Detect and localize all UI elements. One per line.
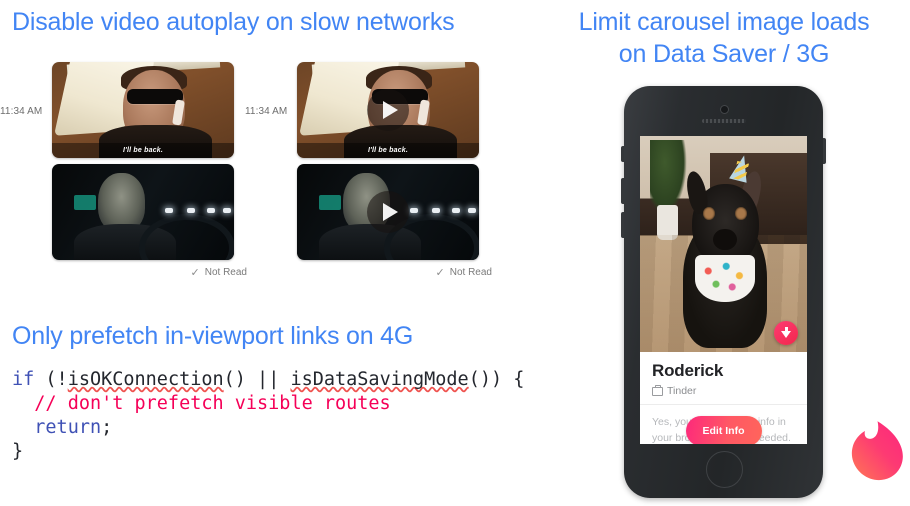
message-timestamp: 11:34 AM: [245, 106, 288, 117]
scene-streetlamp: [223, 208, 232, 214]
code-line-4: }: [12, 441, 24, 462]
video-caption: I'll be back.: [297, 143, 479, 158]
profile-source-label: Tinder: [667, 385, 697, 397]
video-thumbnail-2[interactable]: [297, 164, 479, 260]
code-line-3: return;: [12, 416, 524, 440]
code-line-1: if (!isOKConnection() || isDataSavingMod…: [12, 368, 524, 392]
video-thumbnail-1[interactable]: I'll be back.: [297, 62, 479, 158]
code-punct: ;: [101, 417, 113, 438]
phone-power-button[interactable]: [823, 138, 826, 164]
profile-name: Roderick: [652, 361, 724, 380]
phone-volume-down-button[interactable]: [621, 212, 624, 238]
video-thumbnail-1[interactable]: I'll be back.: [52, 62, 234, 158]
phone-home-button[interactable]: [706, 451, 743, 488]
play-icon[interactable]: [367, 191, 409, 233]
phone-front-camera: [720, 105, 729, 114]
chat-panel-autoplay-disabled: 11:34 AM I'll be back. ✓ Not Read: [245, 62, 495, 279]
photo-plant: [650, 140, 687, 214]
profile-source: Tinder: [652, 384, 795, 397]
scene-streetlamp: [164, 208, 173, 214]
code-punct: () ||: [223, 369, 291, 390]
code-function-isdatasavingmode: isDataSavingMode: [290, 369, 469, 390]
check-icon: ✓: [190, 267, 200, 279]
phone-screen: Roderick Tinder Yes, you can edit your i…: [640, 136, 807, 444]
play-icon[interactable]: [367, 89, 409, 131]
check-icon: ✓: [435, 267, 445, 279]
scene-streetlamp: [186, 208, 195, 214]
message-bubbles: I'll be back. ✓ Not Read: [297, 62, 495, 279]
profile-info: Roderick Tinder: [640, 352, 807, 405]
page-title-prefetch: Only prefetch in-viewport links on 4G: [12, 322, 414, 350]
scene-streetlamp: [431, 208, 440, 214]
code-function-isokconnection: isOKConnection: [67, 369, 224, 390]
phone-mute-switch[interactable]: [621, 146, 624, 162]
profile-photo[interactable]: [640, 136, 807, 352]
download-icon[interactable]: [774, 321, 798, 345]
code-keyword-return: return: [12, 417, 102, 438]
code-keyword-if: if: [12, 369, 35, 390]
tinder-flame-logo: [851, 421, 903, 481]
scene-steering-wheel: [139, 213, 234, 260]
scene-streetlamp: [206, 208, 215, 214]
message-status: ✓ Not Read: [52, 266, 250, 279]
video-caption: I'll be back.: [52, 143, 234, 158]
video-frame-night: [52, 164, 234, 260]
message-status-label: Not Read: [449, 267, 492, 278]
message-bubbles: I'll be back. ✓ Not Read: [52, 62, 250, 279]
code-punct: ()) {: [468, 369, 525, 390]
chat-row: 11:34 AM I'll be back. ✓ Not Read: [0, 62, 250, 279]
download-arrow-stem: [784, 327, 788, 334]
message-status: ✓ Not Read: [297, 266, 495, 279]
scene-streetlamp: [451, 208, 460, 214]
video-thumbnail-2[interactable]: [52, 164, 234, 260]
briefcase-icon: [652, 384, 663, 396]
profile-bio: Yes, you can edit your info in your brow…: [640, 405, 807, 444]
message-timestamp: 11:34 AM: [0, 106, 43, 117]
phone-volume-up-button[interactable]: [621, 178, 624, 204]
play-triangle: [382, 203, 398, 221]
scene-dashboard-glow: [318, 194, 341, 211]
photo-dog-eye-right: [735, 207, 747, 221]
code-snippet-prefetch: if (!isOKConnection() || isDataSavingMod…: [12, 368, 524, 464]
page-title-video-autoplay: Disable video autoplay on slow networks: [12, 8, 455, 36]
message-status-label: Not Read: [204, 267, 247, 278]
chat-row: 11:34 AM I'll be back. ✓ Not Read: [245, 62, 495, 279]
scene-streetlamp: [409, 208, 418, 214]
photo-dog-muzzle: [713, 228, 737, 251]
chat-panel-autoplay: 11:34 AM I'll be back. ✓ Not Read: [0, 62, 250, 279]
phone-earpiece-speaker: [701, 119, 746, 123]
scene-streetlamp: [468, 208, 477, 214]
edit-info-button[interactable]: Edit Info: [685, 416, 762, 444]
photo-dog-bandana: [695, 254, 756, 303]
code-line-2-comment: // don't prefetch visible routes: [12, 393, 391, 414]
page-title-carousel: Limit carousel image loads on Data Saver…: [578, 8, 870, 68]
scene-dashboard-glow: [73, 194, 96, 211]
play-triangle: [382, 101, 398, 119]
flame-path: [851, 421, 903, 481]
code-punct: (!: [34, 369, 68, 390]
phone-mockup: Roderick Tinder Yes, you can edit your i…: [621, 86, 826, 498]
